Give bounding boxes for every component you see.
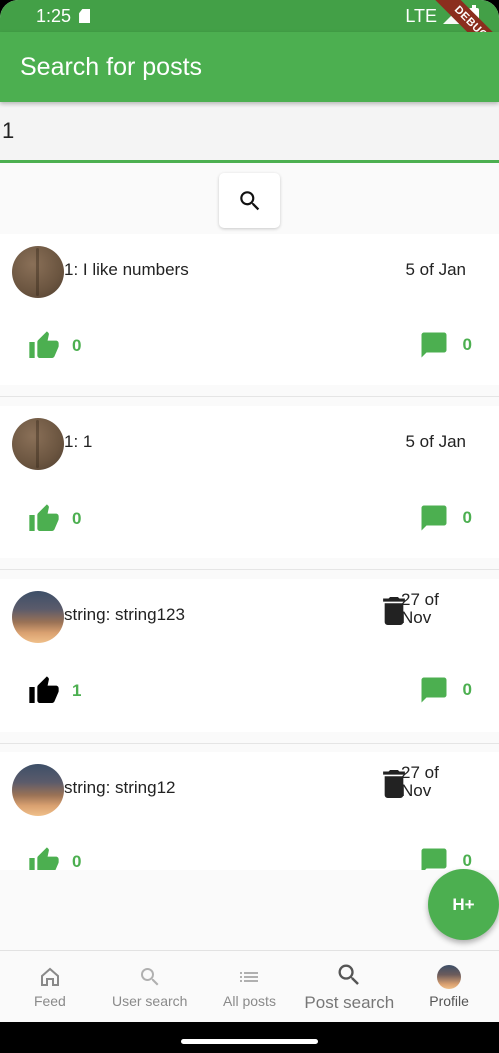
- post-card[interactable]: string: string123 27 of Nov 1 0: [0, 579, 499, 744]
- divider: [0, 569, 499, 570]
- thumb-up-icon: [29, 331, 59, 358]
- comment-count: 0: [462, 680, 472, 699]
- status-time: 1:25: [36, 5, 72, 26]
- like-button[interactable]: 1: [28, 675, 81, 707]
- search-icon: [140, 967, 159, 985]
- post-card[interactable]: string: string12 27 of Nov 0 0: [0, 752, 499, 870]
- like-count: 1: [72, 681, 82, 700]
- post-date: 5 of Jan: [405, 432, 467, 451]
- thumb-up-icon: [29, 847, 59, 870]
- post-title: 1: I like numbers: [64, 260, 189, 279]
- bottom-nav: Feed User search All posts Post search P…: [0, 950, 499, 1022]
- add-post-fab[interactable]: H+: [428, 869, 499, 940]
- comment-button[interactable]: 0: [419, 846, 472, 870]
- comment-count: 0: [462, 508, 472, 527]
- post-list: 1: I like numbers 5 of Jan 0 0 1: 1 5 of…: [0, 234, 499, 870]
- like-count: 0: [72, 509, 82, 528]
- nav-label: Post search: [304, 992, 395, 1012]
- post-date: 27 of Nov: [401, 590, 439, 627]
- divider: [0, 743, 499, 744]
- avatar[interactable]: [12, 764, 64, 816]
- like-button[interactable]: 0: [28, 503, 81, 535]
- comment-icon: [421, 677, 447, 703]
- list-icon: [240, 971, 259, 982]
- comment-icon: [421, 848, 447, 870]
- comment-button[interactable]: 0: [419, 330, 472, 360]
- nav-label: Feed: [33, 992, 66, 1009]
- post-date: 5 of Jan: [405, 260, 467, 279]
- post-card[interactable]: 1: I like numbers 5 of Jan 0 0: [0, 234, 499, 397]
- post-date: 27 of Nov: [401, 763, 439, 800]
- search-button[interactable]: [219, 173, 280, 228]
- like-count: 0: [72, 852, 82, 870]
- status-bar: 1:25 LTE: [0, 0, 499, 32]
- avatar[interactable]: [12, 246, 64, 298]
- comment-button[interactable]: 0: [419, 503, 472, 533]
- search-icon: [338, 964, 360, 985]
- page-title: Search for posts: [20, 52, 203, 81]
- avatar[interactable]: [12, 591, 64, 643]
- post-title: 1: 1: [64, 432, 93, 451]
- thumb-up-icon: [29, 504, 59, 531]
- like-count: 0: [72, 336, 82, 355]
- sd-card-icon: [79, 9, 91, 23]
- post-title: string: string123: [64, 605, 185, 624]
- nav-label: All posts: [223, 992, 276, 1009]
- comment-icon: [421, 505, 447, 531]
- thumb-up-icon: [29, 676, 59, 703]
- avatar[interactable]: [12, 418, 64, 470]
- home-icon: [40, 967, 59, 986]
- nav-item-post-search[interactable]: Post search: [299, 951, 399, 1022]
- comment-count: 0: [462, 851, 472, 870]
- post-card[interactable]: 1: 1 5 of Jan 0 0: [0, 406, 499, 570]
- nav-label: User search: [111, 992, 188, 1009]
- network-type: LTE: [405, 5, 437, 26]
- app-bar: Search for posts: [0, 32, 499, 102]
- comment-button[interactable]: 0: [419, 675, 472, 705]
- search-icon: [239, 190, 259, 210]
- avatar: [437, 964, 462, 989]
- comment-icon: [421, 332, 447, 358]
- comment-count: 0: [462, 335, 472, 354]
- like-button[interactable]: 0: [28, 846, 81, 870]
- nav-label: Profile: [429, 992, 469, 1009]
- gesture-bar: [0, 1022, 499, 1053]
- post-title: string: string12: [64, 778, 176, 797]
- nav-item-all-posts[interactable]: All posts: [200, 951, 300, 1022]
- app-screen: 1:25 LTE Search for posts 1: I like numb…: [0, 0, 499, 1053]
- search-field[interactable]: [0, 102, 499, 163]
- like-button[interactable]: 0: [28, 330, 81, 362]
- divider: [0, 396, 499, 397]
- search-input[interactable]: [0, 102, 499, 160]
- nav-item-feed[interactable]: Feed: [0, 951, 100, 1022]
- nav-item-profile[interactable]: Profile: [399, 951, 499, 1022]
- home-gesture-handle[interactable]: [181, 1039, 318, 1044]
- nav-item-user-search[interactable]: User search: [100, 951, 200, 1022]
